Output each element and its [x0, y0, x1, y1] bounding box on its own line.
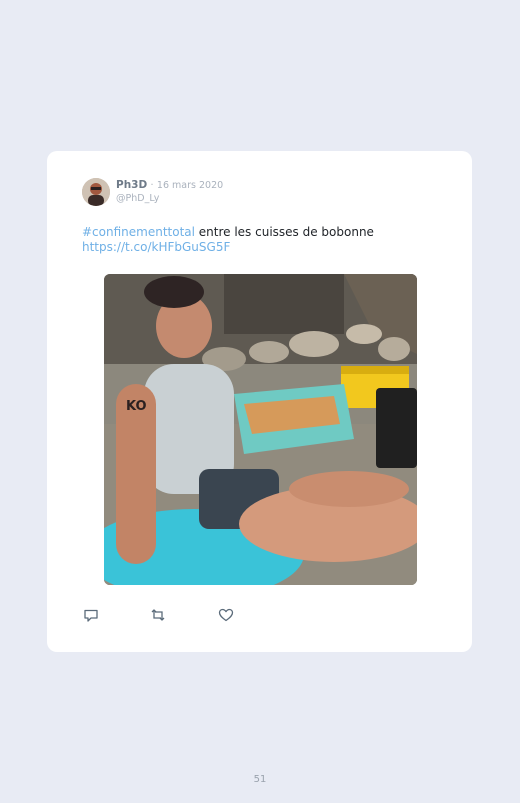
author-name[interactable]: Ph3D	[116, 179, 147, 191]
tweet-link[interactable]: https://t.co/kHFbGuSG5F	[82, 240, 442, 255]
page-number: 51	[253, 774, 267, 785]
tweet-media[interactable]: KO	[104, 274, 417, 585]
avatar[interactable]	[82, 178, 110, 206]
author-handle[interactable]: @PhD_Ly	[116, 193, 159, 204]
author-line: Ph3D · 16 mars 2020	[116, 179, 223, 191]
reply-button[interactable]	[83, 607, 99, 623]
tweet-card: Ph3D · 16 mars 2020 @PhD_Ly #confinement…	[47, 151, 472, 652]
tattoo-text: KO	[126, 399, 147, 414]
tweet-date[interactable]: 16 mars 2020	[157, 180, 223, 191]
hashtag-link[interactable]: #confinementtotal	[82, 225, 195, 239]
tweet-body: entre les cuisses de bobonne	[194, 225, 374, 239]
retweet-arrows-icon	[151, 609, 165, 621]
separator: ·	[150, 180, 154, 191]
like-button[interactable]	[218, 607, 234, 623]
speech-bubble-icon	[84, 609, 98, 622]
heart-icon	[218, 608, 234, 622]
tweet-text: #confinementtotal entre les cuisses de b…	[82, 225, 442, 255]
retweet-button[interactable]	[150, 607, 166, 623]
